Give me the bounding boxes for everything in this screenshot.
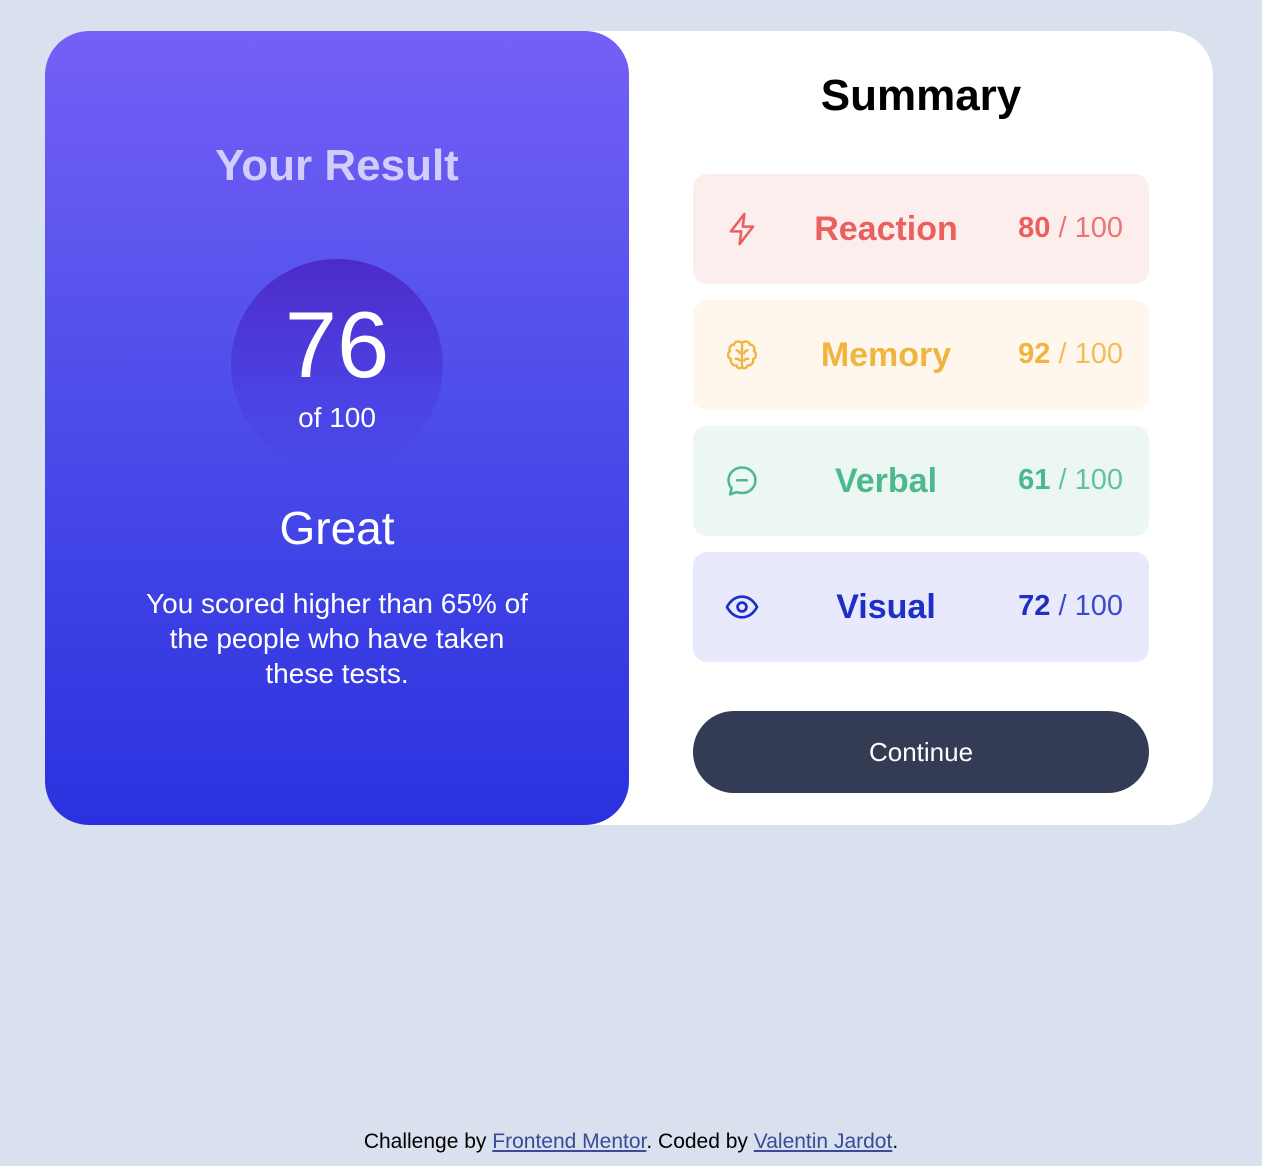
score-number: 72 — [1018, 590, 1051, 622]
score-max: / 100 — [1058, 464, 1124, 496]
footer-prefix: Challenge by — [363, 1130, 487, 1153]
attribution-footer: Challenge by Frontend Mentor. Coded by V… — [0, 1130, 1262, 1154]
author-link[interactable]: Valentin Jardot — [754, 1130, 893, 1153]
score-max: / 100 — [1058, 338, 1124, 370]
summary-item-memory: Memory 92 / 100 — [693, 300, 1149, 410]
summary-item-label: Visual — [836, 588, 936, 626]
brain-icon — [723, 336, 761, 374]
summary-item-score: 80 / 100 — [1018, 212, 1123, 245]
result-panel: Your Result 76 of 100 Great You scored h… — [45, 31, 629, 825]
footer-middle: . Coded by — [646, 1130, 748, 1153]
summary-item-visual: Visual 72 / 100 — [693, 552, 1149, 662]
score-number: 61 — [1018, 464, 1051, 496]
score-value: 76 — [284, 292, 390, 397]
score-max: / 100 — [1058, 590, 1124, 622]
score-number: 80 — [1018, 212, 1051, 244]
frontend-mentor-link[interactable]: Frontend Mentor — [492, 1130, 646, 1153]
score-number: 92 — [1018, 338, 1051, 370]
summary-item-label: Memory — [820, 336, 952, 374]
result-title: Your Result — [215, 141, 459, 190]
summary-item-label: Verbal — [834, 462, 938, 500]
score-max: / 100 — [1058, 212, 1124, 244]
lightning-icon — [723, 210, 761, 248]
score-circle: 76 of 100 — [231, 259, 443, 471]
eye-icon — [723, 588, 761, 626]
summary-item-verbal: Verbal 61 / 100 — [693, 426, 1149, 536]
summary-item-score: 92 / 100 — [1018, 338, 1123, 371]
summary-item-label: Reaction — [814, 210, 958, 248]
verdict-text: Great — [279, 502, 395, 554]
result-description: You scored higher than 65% of the people… — [146, 588, 528, 689]
summary-item-reaction: Reaction 80 / 100 — [693, 174, 1149, 284]
summary-item-score: 72 / 100 — [1018, 590, 1123, 623]
score-total: of 100 — [298, 402, 376, 433]
footer-suffix: . — [892, 1130, 899, 1153]
continue-button[interactable]: Continue — [693, 711, 1149, 793]
summary-title: Summary — [820, 71, 1022, 120]
results-summary-card: Your Result 76 of 100 Great You scored h… — [45, 31, 1213, 825]
summary-item-score: 61 / 100 — [1018, 464, 1123, 497]
chat-bubble-icon — [723, 462, 761, 500]
